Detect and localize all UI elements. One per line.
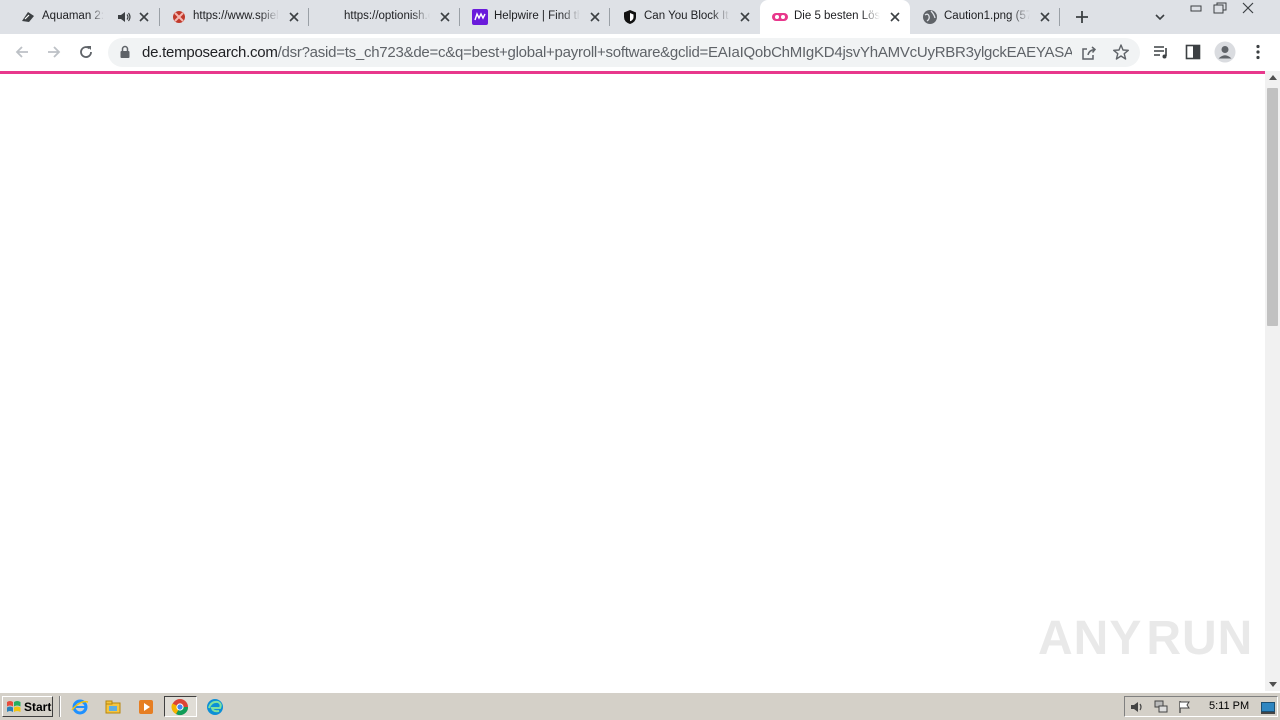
address-bar[interactable]: de.temposearch.com/dsr?asid=ts_ch723&de=… [108,38,1140,67]
close-window-button[interactable] [1233,1,1263,15]
share-icon[interactable] [1080,44,1098,62]
profile-avatar-icon[interactable] [1213,40,1237,64]
show-desktop-icon[interactable] [1261,701,1275,715]
tab-optionish[interactable]: https://optionish.com [310,0,460,34]
url-path: /dsr?asid=ts_ch723&de=c&q=best+global+pa… [277,44,1072,61]
tab-die-5-besten[interactable]: Die 5 besten Lösungen [760,0,910,34]
new-tab-button[interactable] [1073,8,1091,26]
shield-favicon [622,9,638,25]
ie-icon[interactable] [71,698,89,716]
network-icon[interactable] [1154,700,1168,714]
reload-button[interactable] [74,40,98,64]
vertical-scrollbar[interactable] [1265,71,1280,691]
spiele-favicon [171,9,187,25]
action-center-flag-icon[interactable] [1178,700,1192,714]
temposearch-favicon [772,9,788,25]
tab-title: https://www.spiele [193,10,279,22]
globe-favicon [922,9,938,25]
chrome-taskbar-button[interactable] [164,696,197,717]
tab-title: Die 5 besten Lösungen [794,10,880,22]
close-icon[interactable] [887,9,903,25]
forward-button[interactable] [42,40,66,64]
tab-caution-png[interactable]: Caution1.png (57 [910,0,1060,34]
blank-favicon [322,9,338,25]
scroll-thumb[interactable] [1267,88,1278,326]
tab-separator [308,8,309,26]
tab-separator [1059,8,1060,26]
speaker-icon[interactable] [116,9,132,25]
kebab-menu-icon[interactable] [1246,40,1270,64]
tab-title: Aquaman 2: The Lost Kingdom [42,10,104,22]
lock-icon[interactable] [118,45,132,59]
side-panel-icon[interactable] [1181,40,1205,64]
anyrun-watermark: ANY RUN [1038,606,1252,670]
helpwire-favicon [472,9,488,25]
minimize-button[interactable] [1185,1,1207,15]
scroll-up-arrow-icon[interactable] [1269,75,1277,80]
aquaman-favicon [20,9,36,25]
close-icon[interactable] [587,9,603,25]
tab-title: Can You Block It [644,10,729,22]
tab-title: https://optionish.com [344,10,430,22]
tab-search-chevron-icon[interactable] [1152,9,1168,25]
media-controls-icon[interactable] [1149,40,1173,64]
restore-button[interactable] [1209,1,1231,15]
clock[interactable]: 5:11 PM [1209,700,1249,712]
close-icon[interactable] [136,9,152,25]
close-icon[interactable] [737,9,753,25]
bookmark-star-icon[interactable] [1112,43,1130,61]
back-button[interactable] [10,40,34,64]
page-content [0,74,1265,691]
tab-spiele[interactable]: https://www.spiele [159,0,309,34]
tab-can-you-block-it[interactable]: Can You Block It [610,0,760,34]
windows-logo-icon [7,700,21,712]
watermark-text-left: ANY [1038,611,1143,665]
url-host: de.temposearch.com [142,44,278,61]
system-tray: 5:11 PM [1124,696,1278,717]
scroll-down-arrow-icon[interactable] [1269,682,1277,687]
tab-strip: Aquaman 2: The Lost Kingdom https://www.… [0,0,1280,34]
browser-toolbar: de.temposearch.com/dsr?asid=ts_ch723&de=… [0,34,1280,71]
taskbar-separator [59,696,61,717]
start-button[interactable]: Start [2,696,53,717]
explorer-icon[interactable] [104,698,122,716]
tab-title: Helpwire | Find the [494,10,580,22]
tab-aquaman[interactable]: Aquaman 2: The Lost Kingdom [8,0,160,34]
watermark-text-right: RUN [1146,611,1254,665]
tab-helpwire[interactable]: Helpwire | Find the [460,0,610,34]
tab-title: Caution1.png (57 [944,10,1030,22]
volume-icon[interactable] [1130,700,1144,714]
close-icon[interactable] [437,9,453,25]
url-text[interactable]: de.temposearch.com/dsr?asid=ts_ch723&de=… [142,44,1072,61]
close-icon[interactable] [286,9,302,25]
chrome-icon [171,698,189,716]
taskbar: Start 5:11 PM [0,692,1280,720]
edge-icon[interactable] [206,698,224,716]
media-player-icon[interactable] [137,698,155,716]
close-icon[interactable] [1037,9,1053,25]
start-label: Start [24,699,52,714]
